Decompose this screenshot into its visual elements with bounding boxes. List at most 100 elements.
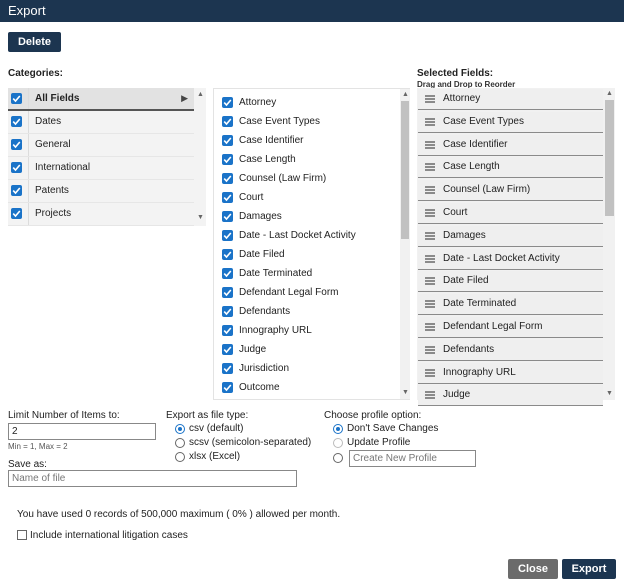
- field-checkbox[interactable]: [222, 116, 233, 127]
- caret-right-icon: ▶: [181, 93, 188, 103]
- drag-handle-icon[interactable]: [425, 163, 435, 172]
- field-checkbox[interactable]: [222, 325, 233, 336]
- category-dates[interactable]: Dates: [8, 111, 194, 134]
- dialog-title: Export: [8, 3, 46, 18]
- export-button[interactable]: Export: [562, 559, 616, 579]
- drag-handle-icon[interactable]: [425, 345, 435, 354]
- radio-csv[interactable]: [175, 424, 185, 434]
- selected-field-item[interactable]: Date Terminated: [418, 294, 603, 316]
- file-type-xlsx-label: xlsx (Excel): [189, 451, 241, 462]
- limit-input[interactable]: [8, 423, 156, 440]
- radio-xlsx[interactable]: [175, 452, 185, 462]
- category-label: All Fields: [35, 93, 80, 104]
- field-label: Case Length: [239, 154, 296, 165]
- radio-new-profile[interactable]: [333, 453, 343, 463]
- file-name-input[interactable]: [8, 470, 297, 487]
- category-international[interactable]: International: [8, 157, 194, 180]
- field-checkbox[interactable]: [222, 97, 233, 108]
- selected-field-item[interactable]: Case Identifier: [418, 134, 603, 156]
- field-label: Date - Last Docket Activity: [239, 230, 356, 241]
- category-divider: [28, 88, 29, 109]
- selected-field-label: Case Event Types: [443, 115, 524, 127]
- fields-scrollbar-thumb[interactable]: [401, 101, 409, 239]
- field-checkbox[interactable]: [222, 268, 233, 279]
- fields-scroll-down-icon[interactable]: ▼: [402, 389, 409, 396]
- selected-scroll-up-icon[interactable]: ▲: [606, 90, 613, 97]
- categories-scroll-up-icon[interactable]: ▲: [197, 91, 204, 98]
- category-projects[interactable]: Projects: [8, 203, 194, 226]
- category-checkbox[interactable]: [11, 208, 22, 219]
- category-all-fields[interactable]: All Fields ▶: [8, 88, 194, 111]
- profile-update-label: Update Profile: [347, 437, 411, 448]
- field-checkbox[interactable]: [222, 211, 233, 222]
- drag-handle-icon[interactable]: [425, 300, 435, 309]
- field-checkbox[interactable]: [222, 363, 233, 374]
- category-divider: [28, 157, 29, 179]
- fields-scroll-up-icon[interactable]: ▲: [402, 91, 409, 98]
- drag-handle-icon[interactable]: [425, 277, 435, 286]
- selected-field-item[interactable]: Defendants: [418, 339, 603, 361]
- international-checkbox[interactable]: [17, 530, 27, 540]
- category-checkbox[interactable]: [11, 116, 22, 127]
- field-checkbox[interactable]: [222, 230, 233, 241]
- selected-field-item[interactable]: Date Filed: [418, 271, 603, 293]
- radio-dont-save[interactable]: [333, 424, 343, 434]
- new-profile-input[interactable]: [349, 450, 476, 467]
- close-button[interactable]: Close: [508, 559, 558, 579]
- category-patents[interactable]: Patents: [8, 180, 194, 203]
- drag-handle-icon[interactable]: [425, 186, 435, 195]
- drag-handle-icon[interactable]: [425, 368, 435, 377]
- field-checkbox[interactable]: [222, 382, 233, 393]
- categories-scroll-down-icon[interactable]: ▼: [197, 214, 204, 221]
- radio-scsv[interactable]: [175, 438, 185, 448]
- category-checkbox[interactable]: [11, 139, 22, 150]
- field-label: Judge: [239, 344, 267, 355]
- category-divider: [28, 134, 29, 156]
- drag-handle-icon[interactable]: [425, 231, 435, 240]
- profile-dont-save-label: Don't Save Changes: [347, 423, 439, 434]
- field-checkbox[interactable]: [222, 344, 233, 355]
- limit-hint: Min = 1, Max = 2: [8, 442, 68, 451]
- field-checkbox[interactable]: [222, 287, 233, 298]
- selected-field-item[interactable]: Court: [418, 203, 603, 224]
- selected-field-item[interactable]: Date - Last Docket Activity: [418, 248, 603, 270]
- field-checkbox[interactable]: [222, 306, 233, 317]
- drag-handle-icon[interactable]: [425, 140, 435, 149]
- fields-list: Attorney Case Event Types Case Identifier C…: [213, 88, 410, 400]
- drag-handle-icon[interactable]: [425, 391, 435, 400]
- drag-handle-icon[interactable]: [425, 95, 435, 103]
- radio-update-profile[interactable]: [333, 438, 343, 448]
- drag-handle-icon[interactable]: [425, 209, 435, 217]
- field-checkbox[interactable]: [222, 192, 233, 203]
- category-checkbox[interactable]: [11, 93, 22, 104]
- field-checkbox[interactable]: [222, 173, 233, 184]
- selected-field-item[interactable]: Judge: [418, 385, 603, 407]
- category-divider: [28, 111, 29, 133]
- selected-field-label: Case Identifier: [443, 138, 508, 150]
- field-checkbox[interactable]: [222, 135, 233, 146]
- selected-field-item[interactable]: Attorney: [418, 89, 603, 110]
- selected-field-item[interactable]: Defendant Legal Form: [418, 317, 603, 338]
- selected-field-item[interactable]: Case Length: [418, 157, 603, 179]
- field-checkbox[interactable]: [222, 249, 233, 260]
- drag-handle-icon[interactable]: [425, 117, 435, 126]
- selected-field-item[interactable]: Innography URL: [418, 362, 603, 384]
- selected-scrollbar-thumb[interactable]: [605, 100, 614, 216]
- selected-fields-list: Attorney Case Event Types Case Identifier C…: [417, 88, 615, 407]
- selected-field-label: Counsel (Law Firm): [443, 184, 531, 196]
- category-checkbox[interactable]: [11, 162, 22, 173]
- selected-field-item[interactable]: Counsel (Law Firm): [418, 180, 603, 202]
- field-checkbox[interactable]: [222, 154, 233, 165]
- category-divider: [28, 203, 29, 225]
- selected-field-label: Date - Last Docket Activity: [443, 252, 560, 264]
- selected-field-item[interactable]: Damages: [418, 225, 603, 247]
- drag-handle-icon[interactable]: [425, 323, 435, 331]
- drag-handle-icon[interactable]: [425, 254, 435, 263]
- selected-scroll-down-icon[interactable]: ▼: [606, 390, 613, 397]
- category-checkbox[interactable]: [11, 185, 22, 196]
- delete-button[interactable]: Delete: [8, 32, 61, 52]
- category-divider: [28, 180, 29, 202]
- selected-field-label: Damages: [443, 229, 486, 241]
- selected-field-item[interactable]: Case Event Types: [418, 111, 603, 133]
- category-general[interactable]: General: [8, 134, 194, 157]
